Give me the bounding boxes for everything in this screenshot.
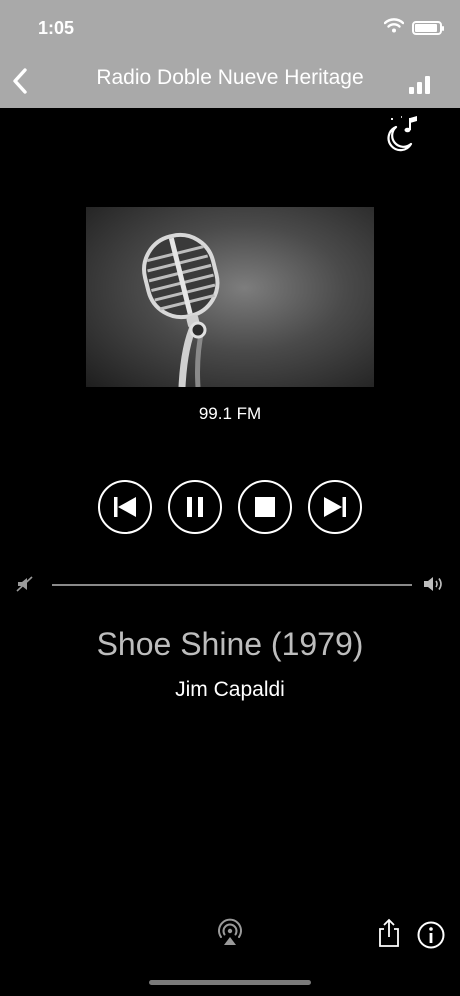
info-icon xyxy=(417,921,445,949)
signal-bar xyxy=(417,82,422,94)
station-artwork xyxy=(86,207,374,387)
airplay-button[interactable] xyxy=(216,918,244,946)
sleep-timer-button[interactable] xyxy=(384,113,424,153)
skip-forward-icon xyxy=(324,497,346,517)
page-title: Radio Doble Nueve Heritage xyxy=(96,66,364,89)
share-button[interactable] xyxy=(376,918,402,948)
moon-music-icon xyxy=(387,116,417,152)
skip-back-icon xyxy=(114,497,136,517)
pause-button[interactable] xyxy=(168,480,222,534)
signal-bar xyxy=(409,87,414,94)
info-button[interactable] xyxy=(417,921,445,949)
status-icons xyxy=(383,18,444,38)
station-frequency: 99.1 FM xyxy=(198,404,262,423)
status-time: 1:05 xyxy=(38,18,75,38)
volume-control xyxy=(0,572,460,598)
home-indicator xyxy=(149,980,311,985)
microphone-artwork xyxy=(142,232,220,387)
playback-controls xyxy=(98,480,362,534)
volume-mute-icon xyxy=(16,575,34,598)
stop-icon xyxy=(255,497,275,517)
signal-bar xyxy=(425,76,430,94)
volume-up-icon xyxy=(422,574,444,599)
pause-icon xyxy=(187,497,203,517)
next-button[interactable] xyxy=(308,480,362,534)
stop-button[interactable] xyxy=(238,480,292,534)
battery-icon xyxy=(412,21,444,35)
signal-bars-icon[interactable] xyxy=(409,74,430,94)
share-icon xyxy=(379,918,399,947)
wifi-icon xyxy=(383,18,405,38)
chevron-left-icon xyxy=(13,68,27,94)
battery-fill xyxy=(415,24,437,32)
app-header: 1:05 Radio Doble Nueve Heritage xyxy=(0,0,460,108)
previous-button[interactable] xyxy=(98,480,152,534)
airplay-icon xyxy=(218,918,242,945)
volume-slider[interactable] xyxy=(52,584,412,586)
artist-name: Jim Capaldi xyxy=(175,678,285,701)
back-button[interactable] xyxy=(6,64,34,98)
song-title: Shoe Shine (1979) xyxy=(96,626,364,662)
